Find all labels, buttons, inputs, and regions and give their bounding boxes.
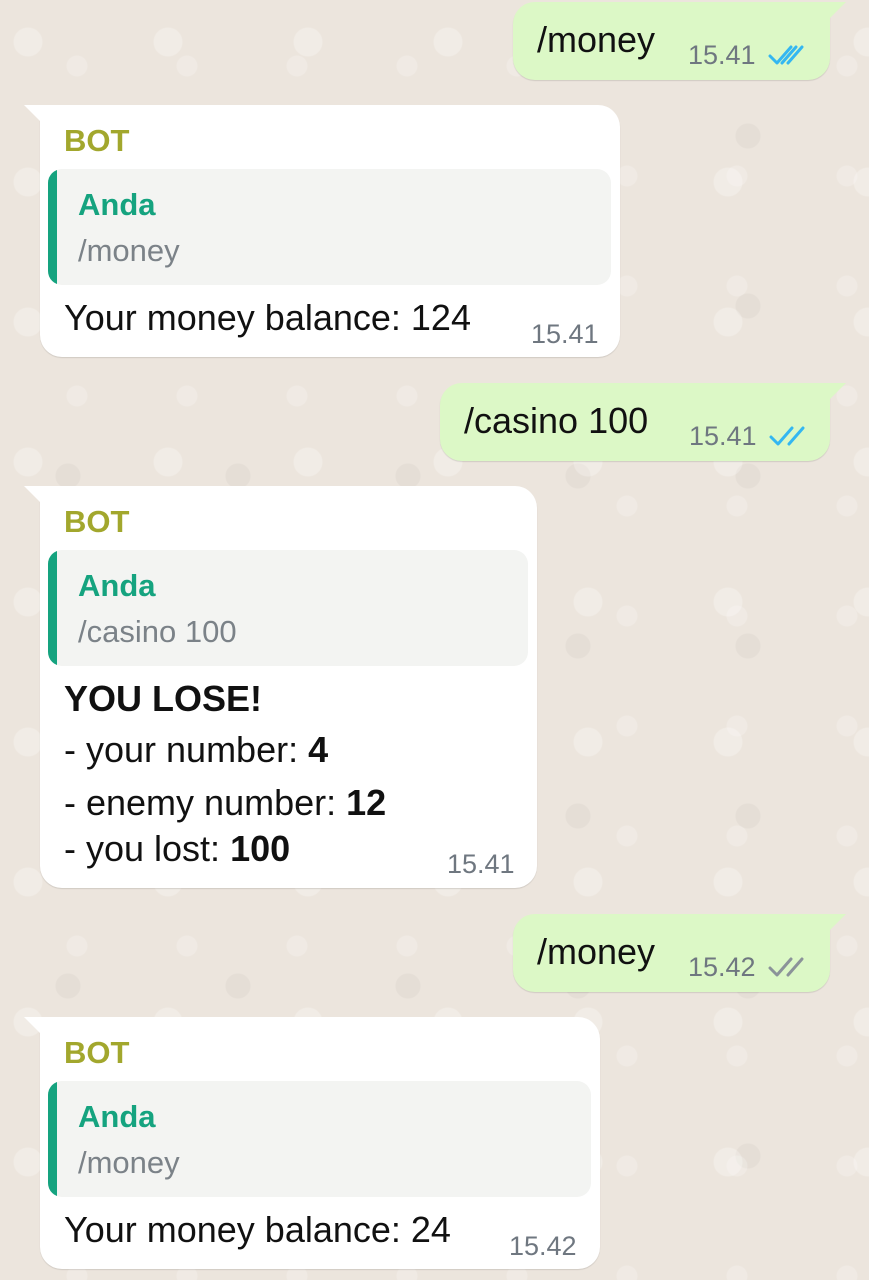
incoming-message[interactable]: BOT Anda /money Your money balance: 124 … — [24, 105, 620, 357]
result-row-enemy-number: - enemy number: 12 — [64, 782, 386, 824]
double-check-icon — [768, 45, 804, 65]
message-text: /money — [537, 19, 656, 60]
quote-author: Anda — [78, 187, 156, 222]
row-value: 12 — [346, 782, 387, 823]
row-label: - your number: — [64, 729, 309, 770]
double-check-icon — [768, 957, 804, 977]
outgoing-message[interactable]: /casino 100 15.41 — [440, 383, 846, 461]
quoted-message[interactable]: Anda /casino 100 — [48, 550, 528, 666]
quote-text: /casino 100 — [78, 614, 237, 649]
row-label: - enemy number: — [64, 782, 347, 823]
outgoing-message[interactable]: /money 15.42 — [513, 914, 846, 992]
result-row-your-number: - your number: 4 — [64, 729, 328, 771]
row-value: 4 — [308, 729, 329, 770]
message-time: 15.42 — [688, 952, 756, 982]
message-time: 15.41 — [531, 319, 599, 349]
result-headline: YOU LOSE! — [64, 678, 263, 719]
quote-accent-bar — [48, 1081, 57, 1197]
sender-name: BOT — [64, 123, 130, 158]
quote-author: Anda — [78, 1099, 156, 1134]
result-row-lost: - you lost: 100 — [64, 828, 290, 870]
message-time: 15.41 — [447, 849, 515, 879]
row-value: 100 — [230, 828, 291, 869]
double-check-icon — [769, 426, 805, 446]
message-time: 15.41 — [689, 421, 757, 451]
quote-text: /money — [78, 1145, 180, 1180]
outgoing-message[interactable]: /money 15.41 — [513, 2, 846, 80]
sender-name: BOT — [64, 504, 130, 539]
sender-name: BOT — [64, 1035, 130, 1070]
quote-accent-bar — [48, 169, 57, 285]
row-label: - you lost: — [64, 828, 231, 869]
quoted-message[interactable]: Anda /money — [48, 169, 611, 285]
incoming-message[interactable]: BOT Anda /casino 100 YOU LOSE! - your nu… — [24, 486, 537, 888]
quote-author: Anda — [78, 568, 156, 603]
quote-text: /money — [78, 233, 180, 268]
message-text: Your money balance: 124 — [64, 297, 471, 338]
message-text: /casino 100 — [464, 400, 649, 441]
message-time: 15.42 — [509, 1231, 577, 1261]
quote-accent-bar — [48, 550, 57, 666]
quoted-message[interactable]: Anda /money — [48, 1081, 591, 1197]
message-text: Your money balance: 24 — [64, 1209, 451, 1250]
message-time: 15.41 — [688, 40, 756, 70]
message-text: /money — [537, 931, 656, 972]
incoming-message[interactable]: BOT Anda /money Your money balance: 24 1… — [24, 1017, 600, 1269]
